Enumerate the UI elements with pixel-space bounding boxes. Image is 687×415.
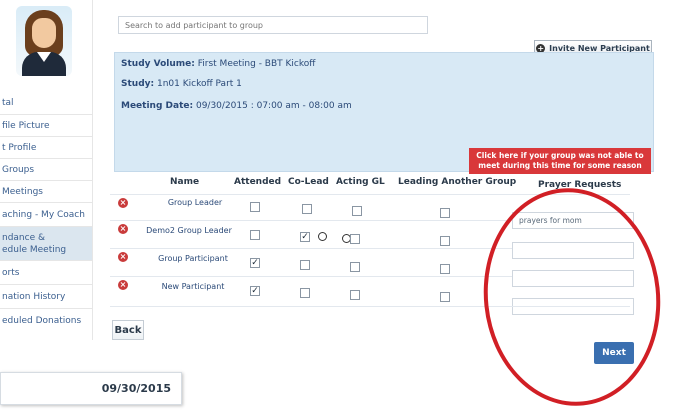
participant-name: Group Leader <box>167 198 223 207</box>
sidebar-item-reports[interactable]: orts <box>0 260 92 284</box>
sidebar: tal file Picture t Profile Groups Meetin… <box>0 0 93 340</box>
radio-cursor-icon <box>318 232 327 241</box>
meeting-date: Meeting Date: 09/30/2015 : 07:00 am - 08… <box>121 101 352 111</box>
sidebar-item-label: tal <box>2 98 14 108</box>
column-header-leading-another-group: Leading Another Group <box>398 177 517 187</box>
date-popup-value: 09/30/2015 <box>101 382 171 395</box>
sidebar-item-edit-profile[interactable]: t Profile <box>0 136 92 158</box>
sidebar-item-label: file Picture <box>2 120 50 131</box>
remove-participant-icon[interactable]: × <box>118 198 128 208</box>
sidebar-item-label: t Profile <box>2 142 37 153</box>
sidebar-item-label: eduled Donations <box>2 315 82 326</box>
sidebar-item-profile-picture[interactable]: file Picture <box>0 114 92 136</box>
sidebar-item-meetings[interactable]: Meetings <box>0 180 92 202</box>
leading-another-group-checkbox[interactable] <box>440 264 450 274</box>
date-popup: 09/30/2015 <box>0 372 182 405</box>
sidebar-item-label: orts <box>2 267 20 278</box>
remove-participant-icon[interactable]: × <box>118 252 128 262</box>
attended-checkbox[interactable] <box>250 230 260 240</box>
back-button[interactable]: Back <box>112 320 144 340</box>
sidebar-item-portal[interactable]: tal <box>0 92 92 114</box>
sidebar-item-scheduled-donations[interactable]: eduled Donations <box>0 308 92 332</box>
column-header-co-lead: Co-Lead <box>288 177 329 187</box>
remove-participant-icon[interactable]: × <box>118 280 128 290</box>
study: Study: 1n01 Kickoff Part 1 <box>121 79 242 89</box>
participant-name: Demo2 Group Leader <box>146 226 232 235</box>
co-lead-checkbox[interactable]: ✓ <box>300 232 310 242</box>
leading-another-group-checkbox[interactable] <box>440 236 450 246</box>
sidebar-item-coaching[interactable]: aching - My Coach <box>0 202 92 226</box>
study-volume: Study Volume: First Meeting - BBT Kickof… <box>121 59 316 69</box>
co-lead-checkbox[interactable] <box>300 288 310 298</box>
sidebar-item-label: aching - My Coach <box>2 209 85 220</box>
column-header-attended: Attended <box>234 177 282 187</box>
attended-checkbox[interactable]: ✓ <box>250 258 260 268</box>
not-able-to-meet-button[interactable]: Click here if your group was not able to… <box>469 148 651 174</box>
acting-gl-checkbox[interactable] <box>352 206 362 216</box>
sidebar-item-label: Groups <box>2 164 35 175</box>
leading-another-group-checkbox[interactable] <box>440 292 450 302</box>
column-header-name: Name <box>170 177 200 187</box>
attended-checkbox[interactable]: ✓ <box>250 286 260 296</box>
sidebar-item-groups[interactable]: Groups <box>0 158 92 180</box>
acting-gl-checkbox[interactable] <box>350 234 360 244</box>
acting-gl-checkbox[interactable] <box>350 262 360 272</box>
attended-checkbox[interactable] <box>250 202 260 212</box>
meeting-info-panel: Study Volume: First Meeting - BBT Kickof… <box>114 52 654 174</box>
sidebar-item-attendance[interactable]: ndance & edule Meeting <box>0 226 92 260</box>
leading-another-group-checkbox[interactable] <box>440 208 450 218</box>
sidebar-item-label: Meetings <box>2 186 43 197</box>
sidebar-item-donation-history[interactable]: nation History <box>0 284 92 308</box>
acting-gl-checkbox[interactable] <box>350 290 360 300</box>
avatar <box>16 6 72 76</box>
co-lead-checkbox[interactable] <box>302 204 312 214</box>
sidebar-item-label: nation History <box>2 291 66 302</box>
participant-name: New Participant <box>161 282 225 291</box>
avatar-face <box>32 18 56 48</box>
sidebar-item-label: ndance & edule Meeting <box>2 232 67 255</box>
search-input[interactable] <box>118 16 428 34</box>
co-lead-checkbox[interactable] <box>300 260 310 270</box>
participant-name: Group Participant <box>158 254 228 263</box>
column-header-acting-gl: Acting GL <box>336 177 385 187</box>
remove-participant-icon[interactable]: × <box>118 224 128 234</box>
